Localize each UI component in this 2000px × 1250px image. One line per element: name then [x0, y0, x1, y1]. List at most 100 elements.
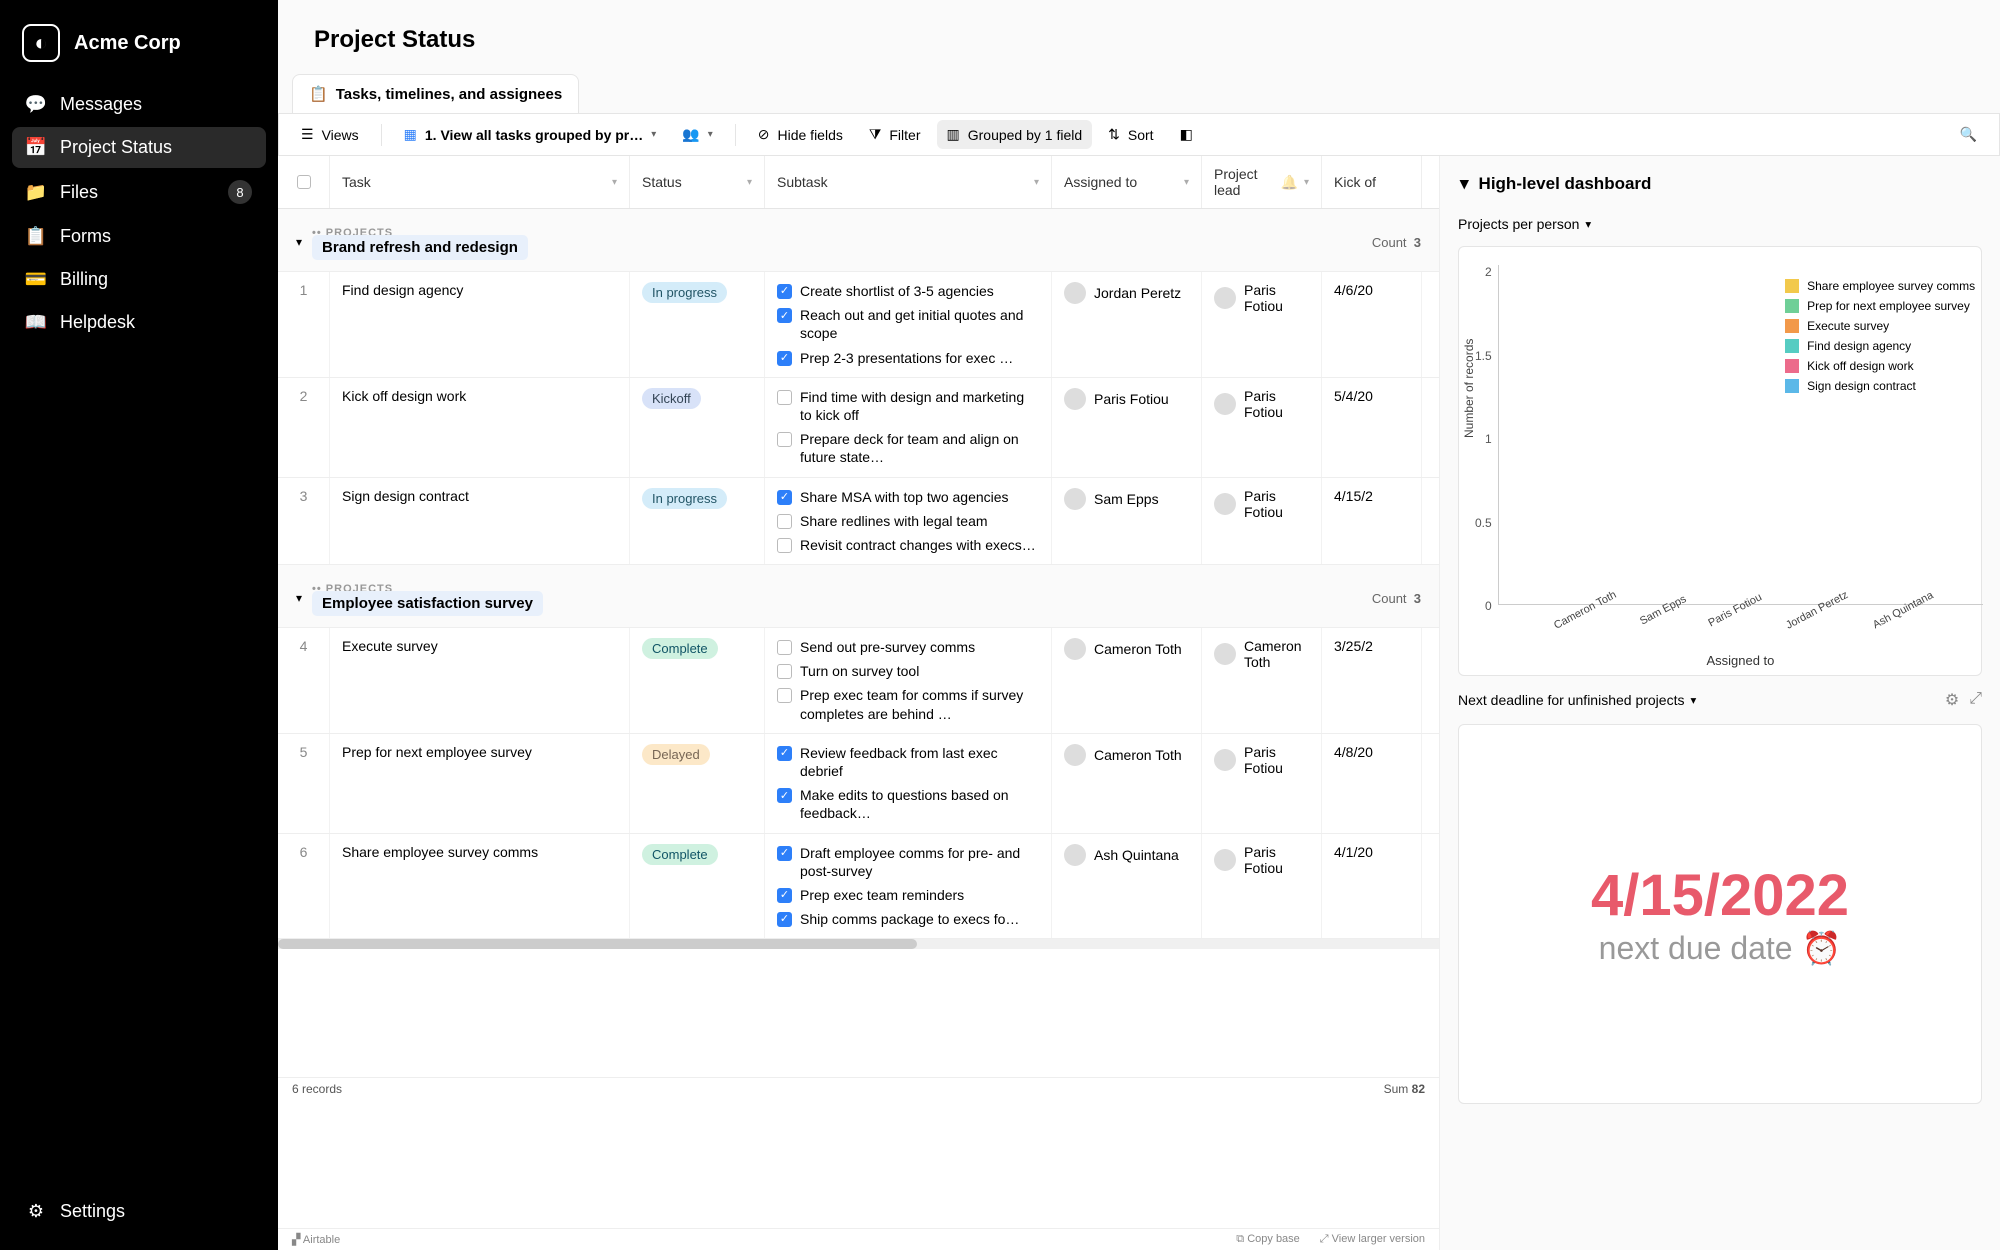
subtask-item[interactable]: ✓Prep exec team reminders [777, 886, 1039, 904]
expand-icon[interactable]: ⤢ [1969, 690, 1982, 710]
subtask-item[interactable]: Find time with design and marketing to k… [777, 388, 1039, 424]
task-cell[interactable]: Execute survey [330, 628, 630, 733]
dashboard-header[interactable]: ▾ High-level dashboard [1458, 166, 1982, 202]
col-assigned[interactable]: Assigned to▾ [1052, 156, 1202, 208]
sidebar-item-helpdesk[interactable]: 📖Helpdesk [12, 302, 266, 343]
task-cell[interactable]: Kick off design work [330, 378, 630, 477]
status-cell[interactable]: Delayed [630, 734, 765, 833]
sort-button[interactable]: ⇅Sort [1098, 120, 1163, 149]
status-cell[interactable]: In progress [630, 478, 765, 565]
chart-title[interactable]: Projects per person ▾ [1458, 216, 1982, 232]
checkbox-icon: ✓ [777, 490, 792, 505]
col-kickoff[interactable]: Kick of [1322, 156, 1422, 208]
table-row[interactable]: 6 Share employee survey comms Complete ✓… [278, 834, 1439, 940]
kickoff-cell[interactable]: 4/8/20 [1322, 734, 1422, 833]
table-row[interactable]: 1 Find design agency In progress ✓Create… [278, 272, 1439, 378]
status-cell[interactable]: Complete [630, 834, 765, 939]
kickoff-cell[interactable]: 4/6/20 [1322, 272, 1422, 377]
assigned-cell[interactable]: Cameron Toth [1052, 628, 1202, 733]
col-subtask[interactable]: Subtask▾ [765, 156, 1052, 208]
subtask-item[interactable]: Share redlines with legal team [777, 512, 1039, 530]
task-cell[interactable]: Sign design contract [330, 478, 630, 565]
legend-swatch [1785, 339, 1799, 353]
lead-cell[interactable]: Paris Fotiou [1202, 478, 1322, 565]
status-cell[interactable]: In progress [630, 272, 765, 377]
tab-tasks[interactable]: 📋 Tasks, timelines, and assignees [292, 74, 579, 113]
assigned-cell[interactable]: Ash Quintana [1052, 834, 1202, 939]
task-cell[interactable]: Prep for next employee survey [330, 734, 630, 833]
subtask-item[interactable]: ✓Prep 2-3 presentations for exec … [777, 349, 1039, 367]
assigned-cell[interactable]: Jordan Peretz [1052, 272, 1202, 377]
subtask-item[interactable]: ✓Review feedback from last exec debrief [777, 744, 1039, 780]
lead-cell[interactable]: Cameron Toth [1202, 628, 1322, 733]
col-status[interactable]: Status▾ [630, 156, 765, 208]
share-button[interactable]: 👥▾ [672, 120, 722, 149]
table-row[interactable]: 5 Prep for next employee survey Delayed … [278, 734, 1439, 834]
settings-button[interactable]: ⚙ Settings [12, 1191, 266, 1232]
group-button[interactable]: ▥Grouped by 1 field [937, 120, 1093, 149]
view-larger-button[interactable]: ⤢ View larger version [1320, 1233, 1425, 1246]
assigned-cell[interactable]: Cameron Toth [1052, 734, 1202, 833]
subtask-text: Find time with design and marketing to k… [800, 388, 1039, 424]
group-header[interactable]: ▾•• PROJECTSBrand refresh and redesignCo… [278, 209, 1439, 272]
lead-cell[interactable]: Paris Fotiou [1202, 834, 1322, 939]
subtask-item[interactable]: ✓Create shortlist of 3-5 agencies [777, 282, 1039, 300]
search-button[interactable]: 🔍 [1950, 120, 1987, 149]
status-cell[interactable]: Complete [630, 628, 765, 733]
row-number: 2 [278, 378, 330, 477]
subtask-item[interactable]: Prep exec team for comms if survey compl… [777, 686, 1039, 722]
select-all-checkbox[interactable] [278, 156, 330, 208]
card-icon: 💳 [26, 269, 46, 290]
sidebar-item-project-status[interactable]: 📅Project Status [12, 127, 266, 168]
checkbox-icon: ✓ [777, 912, 792, 927]
task-cell[interactable]: Share employee survey comms [330, 834, 630, 939]
views-button[interactable]: ☰Views [291, 120, 369, 149]
airtable-badge[interactable]: ▞ Airtable [292, 1233, 340, 1246]
task-cell[interactable]: Find design agency [330, 272, 630, 377]
view-picker[interactable]: ▦1. View all tasks grouped by pr…▾ [394, 120, 667, 149]
group-header[interactable]: ▾•• PROJECTSEmployee satisfaction survey… [278, 565, 1439, 628]
col-task[interactable]: Task▾ [330, 156, 630, 208]
sidebar-item-files[interactable]: 📁Files8 [12, 170, 266, 214]
gear-icon: ⚙ [26, 1201, 46, 1222]
subtask-text: Turn on survey tool [800, 662, 919, 680]
grid-body: ▾•• PROJECTSBrand refresh and redesignCo… [278, 209, 1439, 939]
person-name: Ash Quintana [1094, 847, 1179, 863]
status-cell[interactable]: Kickoff [630, 378, 765, 477]
subtask-item[interactable]: Prepare deck for team and align on futur… [777, 430, 1039, 466]
subtask-cell: Send out pre-survey comms Turn on survey … [765, 628, 1052, 733]
copy-base-button[interactable]: ⧉ Copy base [1236, 1233, 1300, 1246]
table-row[interactable]: 2 Kick off design work Kickoff Find time… [278, 378, 1439, 478]
checkbox-icon: ✓ [777, 308, 792, 323]
lead-cell[interactable]: Paris Fotiou [1202, 378, 1322, 477]
subtask-item[interactable]: ✓Make edits to questions based on feedba… [777, 786, 1039, 822]
lead-cell[interactable]: Paris Fotiou [1202, 734, 1322, 833]
assigned-cell[interactable]: Sam Epps [1052, 478, 1202, 565]
next-deadline-title[interactable]: Next deadline for unfinished projects ▾ [1458, 692, 1696, 708]
hide-fields-button[interactable]: ⊘Hide fields [748, 120, 853, 149]
table-row[interactable]: 3 Sign design contract In progress ✓Shar… [278, 478, 1439, 566]
col-lead[interactable]: Project lead🔔▾ [1202, 156, 1322, 208]
sidebar-item-forms[interactable]: 📋Forms [12, 216, 266, 257]
kickoff-cell[interactable]: 3/25/2 [1322, 628, 1422, 733]
kickoff-cell[interactable]: 5/4/20 [1322, 378, 1422, 477]
gear-icon[interactable]: ⚙ [1945, 690, 1959, 710]
filter-button[interactable]: ⧩Filter [859, 120, 931, 149]
subtask-item[interactable]: ✓Reach out and get initial quotes and sc… [777, 306, 1039, 342]
table-row[interactable]: 4 Execute survey Complete Send out pre-s… [278, 628, 1439, 734]
sidebar-item-messages[interactable]: 💬Messages [12, 84, 266, 125]
kickoff-cell[interactable]: 4/1/20 [1322, 834, 1422, 939]
lead-cell[interactable]: Paris Fotiou [1202, 272, 1322, 377]
subtask-text: Ship comms package to execs fo… [800, 910, 1019, 928]
subtask-item[interactable]: Revisit contract changes with execs… [777, 536, 1039, 554]
assigned-cell[interactable]: Paris Fotiou [1052, 378, 1202, 477]
subtask-item[interactable]: Send out pre-survey comms [777, 638, 1039, 656]
subtask-item[interactable]: ✓Draft employee comms for pre- and post-… [777, 844, 1039, 880]
color-button[interactable]: ◧ [1170, 120, 1203, 149]
horizontal-scrollbar[interactable] [278, 939, 1439, 949]
sidebar-item-billing[interactable]: 💳Billing [12, 259, 266, 300]
subtask-item[interactable]: ✓Share MSA with top two agencies [777, 488, 1039, 506]
subtask-item[interactable]: Turn on survey tool [777, 662, 1039, 680]
subtask-item[interactable]: ✓ Ship comms package to execs fo… [777, 910, 1039, 928]
kickoff-cell[interactable]: 4/15/2 [1322, 478, 1422, 565]
